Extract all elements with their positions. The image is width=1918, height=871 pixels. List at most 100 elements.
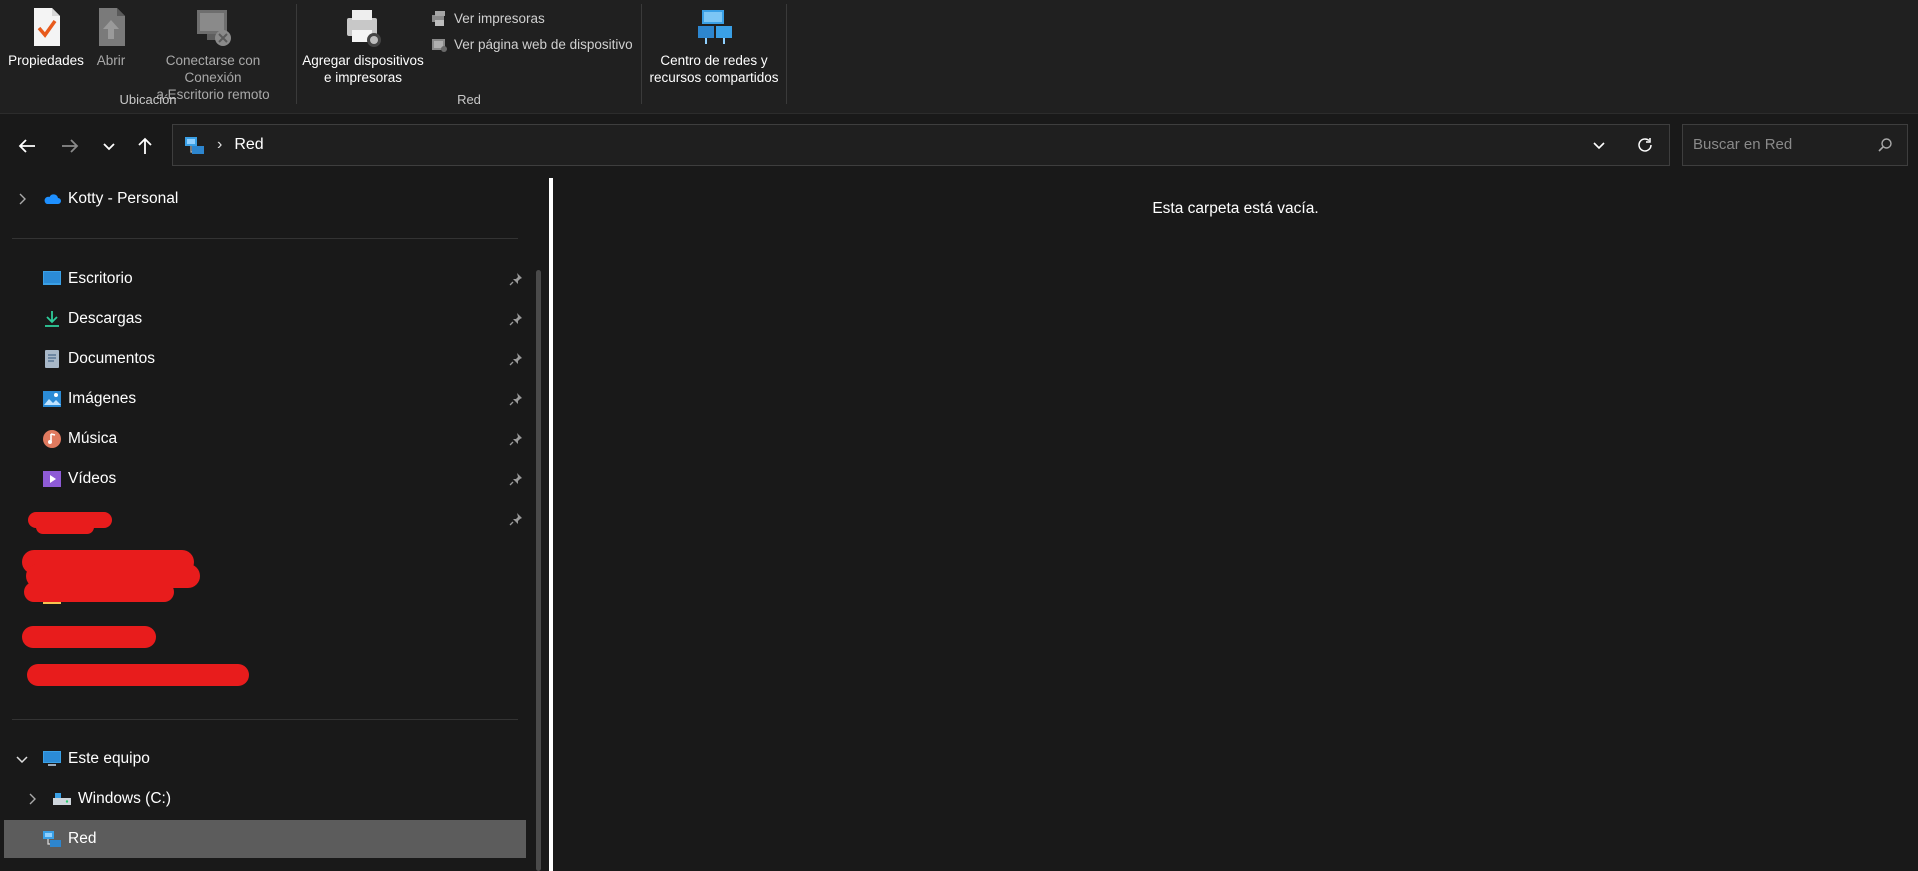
pin-icon[interactable]: [509, 272, 523, 286]
sidebar-item-label: Este equipo: [68, 750, 150, 767]
conectar-escritorio-remoto-button[interactable]: Conectarse con Conexión a Escritorio rem…: [136, 6, 290, 103]
chevron-down-icon: [1593, 142, 1605, 150]
network-center-icon: [698, 10, 732, 44]
pin-icon[interactable]: [509, 392, 523, 406]
back-button[interactable]: [12, 131, 42, 161]
sidebar-item-label: Música: [68, 430, 118, 447]
sidebar-item-descargas[interactable]: Descargas: [4, 300, 526, 338]
pictures-icon: [43, 391, 61, 407]
ribbon: Propiedades Abrir Conectarse con Conexió…: [0, 0, 1918, 114]
chevron-down-icon: [103, 143, 115, 151]
centro-label-1: Centro de redes y: [660, 53, 768, 68]
sidebar-item-escritorio[interactable]: Escritorio: [4, 260, 526, 298]
ribbon-group-ubicacion: Propiedades Abrir Conectarse con Conexió…: [0, 0, 296, 113]
ribbon-group-centro: Centro de redes y recursos compartidos: [642, 0, 786, 113]
sidebar-item-musica[interactable]: Música: [4, 420, 526, 458]
agregar-label-2: e impresoras: [323, 70, 403, 85]
search-icon: [1878, 138, 1892, 152]
breadcrumb: › Red: [183, 125, 264, 165]
open-icon: [99, 8, 125, 46]
pin-icon[interactable]: [509, 512, 523, 526]
arrow-left-icon: [18, 139, 35, 153]
printer-add-icon: [347, 10, 381, 47]
chevron-down-icon[interactable]: [14, 751, 30, 767]
sidebar-item-label: Descargas: [68, 310, 143, 327]
redaction-mark: [24, 582, 174, 602]
ver-impresoras-button[interactable]: Ver impresoras: [431, 10, 545, 27]
sidebar-item-videos[interactable]: Vídeos: [4, 460, 526, 498]
ribbon-group-red: Agregar dispositivos e impresoras Ver im…: [297, 0, 641, 113]
breadcrumb-red[interactable]: Red: [234, 136, 263, 154]
network-icon: [185, 137, 204, 154]
forward-button[interactable]: [55, 131, 85, 161]
device-webpage-icon: [432, 39, 447, 52]
pin-icon[interactable]: [509, 312, 523, 326]
empty-folder-message: Esta carpeta está vacía.: [1152, 200, 1319, 217]
file-list-area[interactable]: Esta carpeta está vacía.: [553, 178, 1918, 871]
music-icon: [43, 430, 61, 448]
ubicacion-group-label: Ubicación: [119, 92, 177, 107]
remote-desktop-icon: [197, 10, 231, 46]
sidebar-item-label: Red: [68, 830, 97, 847]
sidebar-item-label: Windows (C:): [78, 790, 172, 807]
sidebar-item-documentos[interactable]: Documentos: [4, 340, 526, 378]
search-placeholder: Buscar en Red: [1693, 136, 1793, 153]
redaction-mark: [27, 664, 249, 686]
navigation-bar: › Red Buscar en Red: [0, 114, 1918, 176]
redaction-mark: [36, 520, 94, 534]
search-box[interactable]: Buscar en Red: [1682, 124, 1908, 166]
ribbon-separator: [786, 4, 787, 104]
sidebar-item-label: Imágenes: [68, 390, 137, 407]
ver-impresoras-label: Ver impresoras: [454, 11, 545, 26]
recent-locations-button[interactable]: [94, 131, 124, 161]
up-button[interactable]: [130, 131, 160, 161]
agregar-label-1: Agregar dispositivos: [302, 53, 424, 68]
sidebar-scrollbar-thumb[interactable]: [536, 270, 541, 871]
sidebar-item-label: Kotty - Personal: [68, 190, 179, 207]
propiedades-label: Propiedades: [8, 53, 84, 68]
desktop-icon: [43, 271, 61, 285]
refresh-icon: [1638, 138, 1652, 152]
divider: [12, 238, 518, 239]
this-pc-icon: [43, 751, 61, 766]
sidebar-item-imagenes[interactable]: Imágenes: [4, 380, 526, 418]
address-dropdown-button[interactable]: [1587, 133, 1611, 157]
red-group-label: Red: [457, 92, 481, 107]
ver-pagina-label: Ver página web de dispositivo: [454, 37, 633, 52]
redaction-mark: [22, 626, 156, 648]
ver-pagina-web-button[interactable]: Ver página web de dispositivo: [431, 36, 633, 53]
pin-icon[interactable]: [509, 472, 523, 486]
arrow-up-icon: [138, 137, 152, 154]
chevron-right-icon[interactable]: [24, 791, 40, 807]
sidebar-item-label: Escritorio: [68, 270, 133, 287]
chevron-right-icon[interactable]: [14, 191, 30, 207]
arrow-right-icon: [62, 139, 79, 153]
centro-label-2: recursos compartidos: [649, 70, 779, 85]
sidebar-item-label: Documentos: [68, 350, 156, 367]
network-icon: [43, 831, 61, 847]
navigation-pane: Kotty - Personal Escritorio Descargas Do…: [0, 178, 540, 871]
pin-icon[interactable]: [509, 432, 523, 446]
agregar-dispositivos-button[interactable]: Agregar dispositivos e impresoras: [301, 6, 425, 86]
download-icon: [45, 311, 59, 327]
abrir-button[interactable]: Abrir: [90, 6, 132, 69]
address-bar[interactable]: › Red: [172, 124, 1670, 166]
documents-icon: [45, 350, 59, 368]
videos-icon: [43, 471, 61, 487]
breadcrumb-separator-icon[interactable]: ›: [217, 136, 222, 154]
properties-icon: [34, 8, 60, 46]
sidebar-item-windows-c[interactable]: Windows (C:): [4, 780, 526, 818]
refresh-button[interactable]: [1633, 133, 1657, 157]
conectar-label-1: Conectarse con Conexión: [165, 53, 261, 85]
pin-icon[interactable]: [509, 352, 523, 366]
sidebar-item-este-equipo[interactable]: Este equipo: [4, 740, 526, 778]
onedrive-cloud-icon: [44, 194, 61, 204]
centro-redes-button[interactable]: Centro de redes y recursos compartidos: [646, 6, 782, 86]
abrir-label: Abrir: [96, 53, 126, 68]
drive-icon: [53, 793, 71, 805]
printers-icon: [432, 11, 445, 26]
sidebar-item-label: Vídeos: [68, 470, 117, 487]
sidebar-item-red[interactable]: Red: [4, 820, 526, 858]
propiedades-button[interactable]: Propiedades: [6, 6, 86, 69]
sidebar-item-onedrive[interactable]: Kotty - Personal: [4, 180, 526, 218]
